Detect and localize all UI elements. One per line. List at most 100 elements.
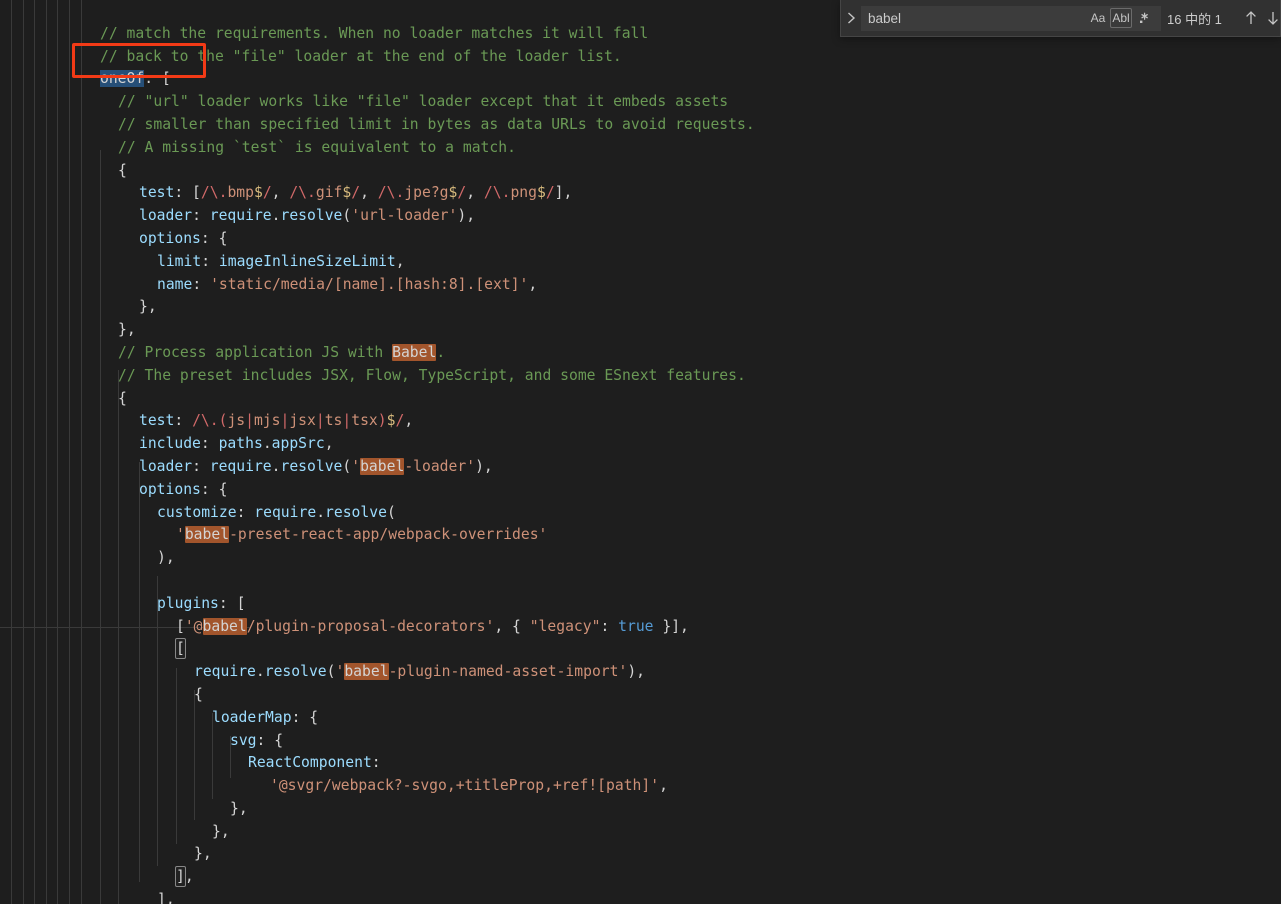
match-whole-word-toggle[interactable]: Abl bbox=[1110, 8, 1132, 28]
code-line[interactable]: ['@babel/plugin-proposal-decorators', { … bbox=[0, 616, 1281, 639]
token-str: js bbox=[227, 412, 246, 430]
code-line[interactable]: ], bbox=[0, 866, 1281, 889]
token-var: resolve bbox=[280, 457, 343, 475]
code-line[interactable]: { bbox=[0, 160, 1281, 183]
token-prop: ReactComponent bbox=[248, 754, 372, 772]
token-rgx: | bbox=[315, 412, 325, 430]
token-str: -loader' bbox=[404, 457, 476, 475]
token-punc: ( bbox=[326, 663, 336, 681]
token-punc: : bbox=[236, 503, 255, 521]
find-widget[interactable]: babel Aa Abl 16 中的 1 bbox=[840, 0, 1281, 37]
token-rgxa: $ bbox=[536, 184, 546, 202]
token-brkt: [ bbox=[175, 638, 186, 660]
code-line[interactable]: { bbox=[0, 684, 1281, 707]
code-line[interactable]: }, bbox=[0, 843, 1281, 866]
code-line[interactable]: { bbox=[0, 388, 1281, 411]
token-punc: }, bbox=[118, 321, 136, 339]
token-match: babel bbox=[344, 663, 389, 681]
code-line[interactable]: plugins: [ bbox=[0, 593, 1281, 616]
code-line[interactable]: '@svgr/webpack?-svgo,+titleProp,+ref![pa… bbox=[0, 775, 1281, 798]
token-str: gif bbox=[315, 184, 343, 202]
token-var: require bbox=[254, 503, 317, 521]
token-punc: ( bbox=[386, 503, 396, 521]
token-str: 'static/media/[name].[hash:8].[ext]' bbox=[210, 275, 529, 293]
token-var: require bbox=[209, 207, 272, 225]
code-line[interactable]: oneOf: [ bbox=[0, 68, 1281, 91]
token-prop: test bbox=[139, 412, 175, 430]
token-punc: , bbox=[360, 184, 378, 202]
token-punc: [ bbox=[176, 617, 185, 635]
code-line[interactable] bbox=[0, 570, 1281, 593]
token-prop: name bbox=[157, 275, 193, 293]
token-punc: ), bbox=[157, 549, 175, 567]
token-rgx: / bbox=[545, 184, 555, 202]
code-line[interactable]: [ bbox=[0, 638, 1281, 661]
token-punc: , bbox=[659, 777, 668, 795]
token-cmt: // A missing `test` is equivalent to a m… bbox=[118, 138, 516, 156]
token-punc: ), bbox=[475, 457, 493, 475]
match-case-toggle[interactable]: Aa bbox=[1087, 8, 1109, 28]
code-line[interactable]: // Process application JS with Babel. bbox=[0, 342, 1281, 365]
code-line[interactable]: options: { bbox=[0, 228, 1281, 251]
code-line[interactable]: include: paths.appSrc, bbox=[0, 433, 1281, 456]
token-punc: : [ bbox=[174, 184, 201, 202]
code-line[interactable]: }, bbox=[0, 798, 1281, 821]
token-str: "legacy" bbox=[529, 617, 601, 635]
token-punc: }, bbox=[139, 298, 157, 316]
code-line[interactable]: test: [/\.bmp$/, /\.gif$/, /\.jpe?g$/, /… bbox=[0, 182, 1281, 205]
token-str: -preset-react-app/webpack-overrides' bbox=[229, 526, 548, 544]
code-line[interactable]: customize: require.resolve( bbox=[0, 502, 1281, 525]
code-line[interactable]: }, bbox=[0, 821, 1281, 844]
token-rgx: /\. bbox=[289, 184, 316, 202]
find-navigation[interactable] bbox=[1240, 7, 1281, 29]
code-line[interactable]: loader: require.resolve('url-loader'), bbox=[0, 205, 1281, 228]
token-punc: . bbox=[271, 207, 281, 225]
code-line[interactable]: // The preset includes JSX, Flow, TypeSc… bbox=[0, 365, 1281, 388]
code-line[interactable]: // back to the "file" loader at the end … bbox=[0, 46, 1281, 69]
code-line[interactable]: loader: require.resolve('babel-loader'), bbox=[0, 456, 1281, 479]
next-match-icon[interactable] bbox=[1262, 7, 1281, 29]
token-punc: . bbox=[271, 457, 281, 475]
code-line[interactable]: // "url" loader works like "file" loader… bbox=[0, 91, 1281, 114]
code-line[interactable]: // smaller than specified limit in bytes… bbox=[0, 114, 1281, 137]
code-line[interactable]: loaderMap: { bbox=[0, 707, 1281, 730]
code-line[interactable]: test: /\.(js|mjs|jsx|ts|tsx)$/, bbox=[0, 410, 1281, 433]
code-line[interactable]: ], bbox=[0, 889, 1281, 904]
token-cmt: // smaller than specified limit in bytes… bbox=[118, 115, 755, 133]
code-line[interactable]: require.resolve('babel-plugin-named-asse… bbox=[0, 661, 1281, 684]
token-punc: ], bbox=[554, 184, 573, 202]
code-line[interactable]: limit: imageInlineSizeLimit, bbox=[0, 251, 1281, 274]
code-line[interactable]: }, bbox=[0, 319, 1281, 342]
search-input-wrapper[interactable]: babel Aa Abl bbox=[861, 5, 1161, 31]
token-str: ' bbox=[176, 526, 185, 544]
search-input[interactable]: babel bbox=[862, 11, 1087, 26]
use-regex-toggle[interactable] bbox=[1133, 8, 1155, 28]
code-editor[interactable]: // match the requirements. When no loade… bbox=[0, 0, 1281, 904]
code-line[interactable]: options: { bbox=[0, 479, 1281, 502]
code-line[interactable]: 'babel-preset-react-app/webpack-override… bbox=[0, 524, 1281, 547]
previous-match-icon[interactable] bbox=[1240, 7, 1262, 29]
code-line[interactable]: ), bbox=[0, 547, 1281, 570]
token-var: imageInlineSizeLimit bbox=[218, 252, 396, 270]
token-cmt: // "url" loader works like "file" loader… bbox=[118, 93, 729, 111]
token-punc: , bbox=[324, 435, 334, 453]
token-punc: : bbox=[192, 207, 210, 225]
token-punc: : bbox=[200, 435, 219, 453]
token-punc: : bbox=[371, 754, 381, 772]
token-str: ts bbox=[324, 412, 343, 430]
token-prop: svg bbox=[230, 731, 257, 749]
chevron-right-icon[interactable] bbox=[841, 0, 861, 36]
find-options[interactable]: Aa Abl bbox=[1087, 8, 1156, 28]
code-line[interactable]: // A missing `test` is equivalent to a m… bbox=[0, 137, 1281, 160]
token-str: mjs bbox=[253, 412, 281, 430]
code-line[interactable]: }, bbox=[0, 296, 1281, 319]
token-punc: , bbox=[395, 252, 405, 270]
code-content[interactable]: // match the requirements. When no loade… bbox=[0, 0, 1281, 904]
token-prop: loaderMap bbox=[212, 708, 292, 726]
token-punc: : [ bbox=[218, 594, 246, 612]
token-punc: { bbox=[194, 685, 203, 703]
token-str: bmp bbox=[227, 184, 254, 202]
code-line[interactable]: svg: { bbox=[0, 730, 1281, 753]
code-line[interactable]: ReactComponent: bbox=[0, 752, 1281, 775]
code-line[interactable]: name: 'static/media/[name].[hash:8].[ext… bbox=[0, 274, 1281, 297]
